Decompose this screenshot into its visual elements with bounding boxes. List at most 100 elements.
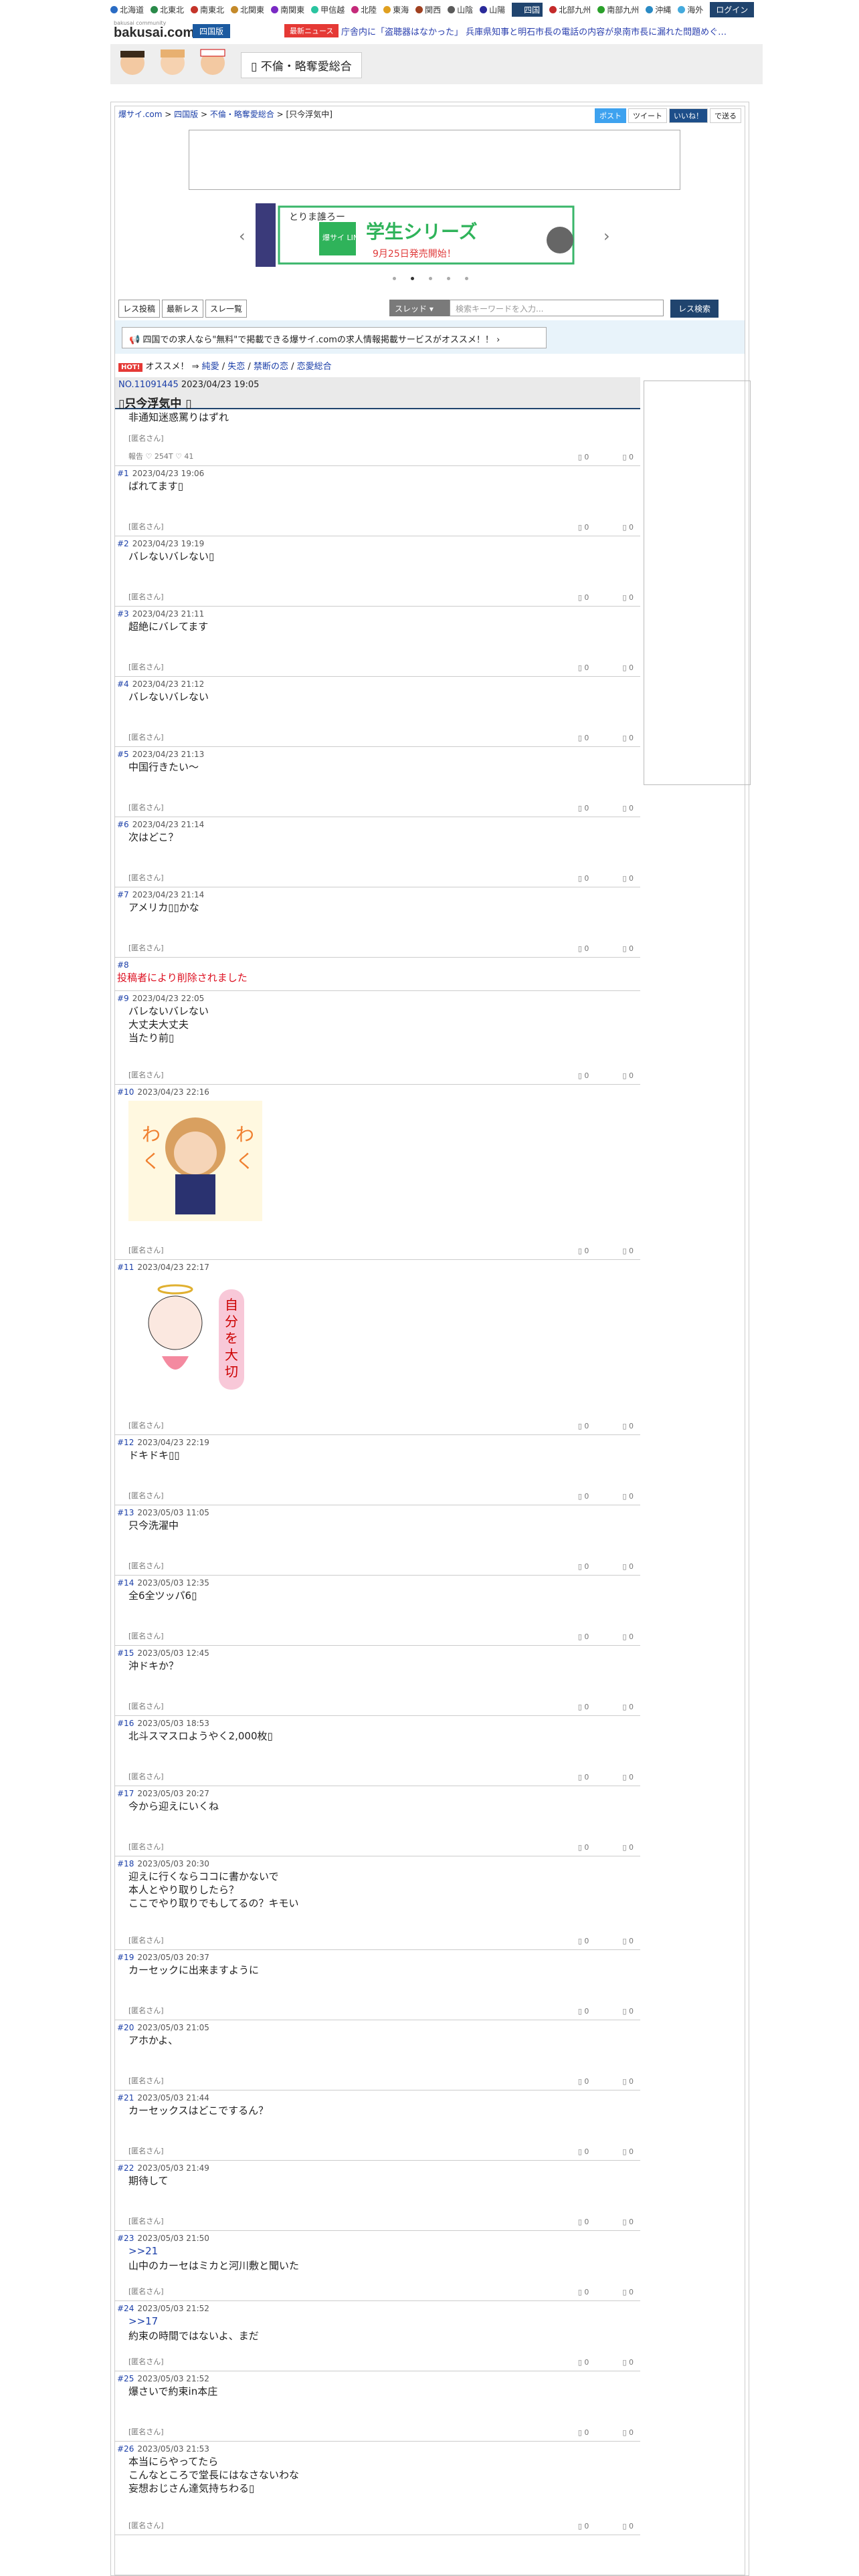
vote-up-button[interactable]: ▯ 0 [578, 1703, 589, 1711]
vote-down-button[interactable]: ▯ 0 [622, 453, 634, 461]
post-number[interactable]: #24 [117, 2304, 134, 2313]
vote-down-button[interactable]: ▯ 0 [622, 1703, 634, 1711]
vote-up-button[interactable]: ▯ 0 [578, 1632, 589, 1641]
post-number[interactable]: #3 [117, 609, 129, 619]
carousel-dot[interactable] [411, 277, 414, 280]
vote-down-button[interactable]: ▯ 0 [622, 1247, 634, 1255]
vote-up-button[interactable]: ▯ 0 [578, 804, 589, 813]
vote-down-button[interactable]: ▯ 0 [622, 2428, 634, 2437]
vote-down-button[interactable]: ▯ 0 [622, 523, 634, 532]
search-button[interactable]: レス検索 [670, 300, 719, 318]
region-link-9[interactable]: 山陰 [448, 4, 473, 15]
vote-down-button[interactable]: ▯ 0 [622, 734, 634, 742]
recommend-link[interactable]: 失恋 [227, 362, 245, 372]
vote-up-button[interactable]: ▯ 0 [578, 944, 589, 953]
post-number[interactable]: #19 [117, 1953, 134, 1962]
region-link-4[interactable]: 南関東 [271, 4, 304, 15]
twitter-post-button[interactable]: ポスト [595, 108, 626, 123]
vote-up-button[interactable]: ▯ 0 [578, 1492, 589, 1501]
post-number[interactable]: #4 [117, 679, 129, 689]
region-link-7[interactable]: 東海 [383, 4, 409, 15]
post-number[interactable]: #17 [117, 1789, 134, 1798]
vote-up-button[interactable]: ▯ 0 [578, 2218, 589, 2226]
region-link-12[interactable]: 北部九州 [549, 4, 591, 15]
vote-up-button[interactable]: ▯ 0 [578, 2288, 589, 2296]
vote-down-button[interactable]: ▯ 0 [622, 2288, 634, 2296]
post-number[interactable]: #11 [117, 1263, 134, 1272]
vote-down-button[interactable]: ▯ 0 [622, 1071, 634, 1080]
job-banner[interactable]: 📢 四国での求人なら"無料"で掲載できる爆サイ.comの求人情報掲載サービスがオ… [122, 327, 547, 348]
vote-down-button[interactable]: ▯ 0 [622, 804, 634, 813]
region-link-14[interactable]: 沖縄 [646, 4, 671, 15]
region-link-13[interactable]: 南部九州 [597, 4, 639, 15]
tweet-button[interactable]: ツイート [628, 108, 667, 123]
vote-up-button[interactable]: ▯ 0 [578, 1247, 589, 1255]
breadcrumb-category[interactable]: 不倫・略奪愛総合 [210, 110, 274, 119]
post-number[interactable]: #13 [117, 1508, 134, 1517]
post-number[interactable]: #12 [117, 1438, 134, 1447]
vote-up-button[interactable]: ▯ 0 [578, 2358, 589, 2367]
vote-down-button[interactable]: ▯ 0 [622, 1492, 634, 1501]
vote-up-button[interactable]: ▯ 0 [578, 2007, 589, 2016]
vote-down-button[interactable]: ▯ 0 [622, 1422, 634, 1430]
like-button[interactable]: いいね！ [669, 108, 708, 123]
region-link-6[interactable]: 北陸 [351, 4, 377, 15]
category-title[interactable]: ▯ 不倫・略奪愛総合 [241, 52, 362, 78]
post-number[interactable]: #9 [117, 994, 129, 1003]
region-link-3[interactable]: 北関東 [231, 4, 264, 15]
vote-up-button[interactable]: ▯ 0 [578, 593, 589, 602]
post-reply-button[interactable]: レス投稿 [118, 300, 161, 318]
region-link-15[interactable]: 海外 [678, 4, 703, 15]
vote-up-button[interactable]: ▯ 0 [578, 2522, 589, 2531]
post-number[interactable]: #1 [117, 469, 129, 478]
vote-up-button[interactable]: ▯ 0 [578, 1422, 589, 1430]
post-number[interactable]: #26 [117, 2444, 134, 2454]
post-number[interactable]: #8 [117, 960, 129, 970]
vote-up-button[interactable]: ▯ 0 [578, 2147, 589, 2156]
post-number[interactable]: #18 [117, 1859, 134, 1868]
site-logo[interactable]: bakusai community bakusai.com [114, 19, 195, 44]
post-number[interactable]: #7 [117, 890, 129, 899]
reply-anchor-link[interactable]: >>21 [128, 2245, 158, 2257]
promo-banner[interactable]: とりま誰ろー 爆サイ LINE スタンプ 学生シリーズ 9月25日発売開始！ [256, 203, 580, 267]
recommend-link[interactable]: 恋愛総合 [297, 362, 332, 372]
vote-up-button[interactable]: ▯ 0 [578, 523, 589, 532]
region-link-10[interactable]: 山陽 [480, 4, 505, 15]
region-link-11[interactable]: 四国 [512, 2, 543, 17]
breadcrumb-region[interactable]: 四国版 [174, 110, 198, 119]
region-link-1[interactable]: 北東北 [151, 4, 184, 15]
vote-down-button[interactable]: ▯ 0 [622, 874, 634, 883]
vote-up-button[interactable]: ▯ 0 [578, 1562, 589, 1571]
breadcrumb-home[interactable]: 爆サイ.com [118, 110, 162, 119]
vote-down-button[interactable]: ▯ 0 [622, 1632, 634, 1641]
vote-up-button[interactable]: ▯ 0 [578, 874, 589, 883]
vote-down-button[interactable]: ▯ 0 [622, 2077, 634, 2086]
post-number[interactable]: #20 [117, 2023, 134, 2032]
post-number[interactable]: #2 [117, 539, 129, 548]
carousel-dot[interactable] [465, 277, 468, 280]
region-link-5[interactable]: 甲信越 [311, 4, 345, 15]
region-link-0[interactable]: 北海道 [110, 4, 144, 15]
vote-down-button[interactable]: ▯ 0 [622, 1562, 634, 1571]
vote-up-button[interactable]: ▯ 0 [578, 2428, 589, 2437]
region-link-2[interactable]: 南東北 [191, 4, 224, 15]
search-input[interactable]: 検索キーワードを入力... [450, 300, 664, 316]
post-number[interactable]: #6 [117, 820, 129, 829]
vote-down-button[interactable]: ▯ 0 [622, 1773, 634, 1782]
vote-down-button[interactable]: ▯ 0 [622, 2358, 634, 2367]
post-number[interactable]: #16 [117, 1719, 134, 1728]
vote-down-button[interactable]: ▯ 0 [622, 1937, 634, 1945]
post-number[interactable]: #22 [117, 2163, 134, 2173]
vote-down-button[interactable]: ▯ 0 [622, 2007, 634, 2016]
vote-up-button[interactable]: ▯ 0 [578, 663, 589, 672]
vote-down-button[interactable]: ▯ 0 [622, 2218, 634, 2226]
carousel-dot[interactable] [393, 277, 396, 280]
vote-up-button[interactable]: ▯ 0 [578, 453, 589, 461]
post-number[interactable]: #23 [117, 2234, 134, 2243]
recommend-link[interactable]: 純愛 [202, 362, 219, 372]
search-scope-select[interactable]: スレッド ▾ [389, 300, 450, 316]
first-post-stats[interactable]: 報告 ♡ 254T ♡ 41 [128, 451, 193, 461]
carousel-prev-icon[interactable]: ‹ [239, 227, 246, 245]
vote-up-button[interactable]: ▯ 0 [578, 2077, 589, 2086]
news-ticker[interactable]: 庁舎内に「盗聴器はなかった」 兵庫県知事と明石市長の電話の内容が泉南市長に漏れた… [341, 25, 756, 37]
